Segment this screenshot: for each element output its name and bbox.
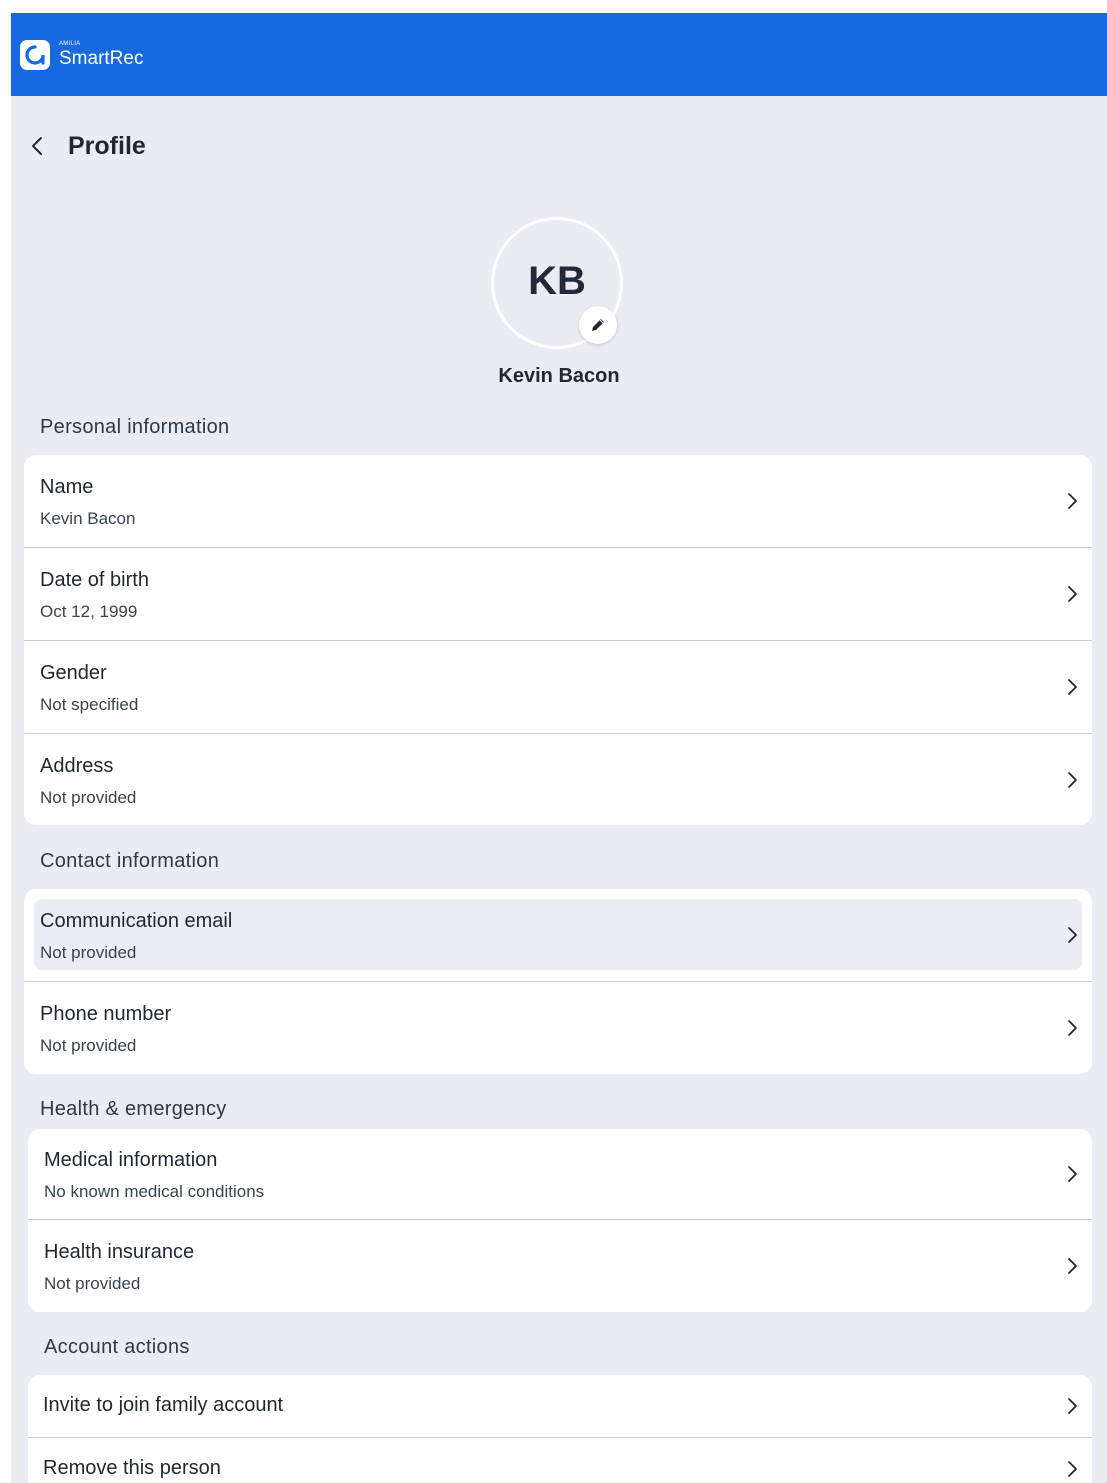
row-label: Address xyxy=(40,755,114,777)
row-label: Date of birth xyxy=(40,569,149,591)
avatar-initials: KB xyxy=(528,258,586,303)
page-header: Profile xyxy=(11,96,1107,196)
chevron-right-icon xyxy=(1068,493,1077,509)
row-communication-email[interactable]: Communication email Not provided xyxy=(24,889,1092,982)
top-bar: AMILIA SmartRec xyxy=(11,13,1107,96)
profile-name: Kevin Bacon xyxy=(498,365,620,387)
row-medical-information[interactable]: Medical information No known medical con… xyxy=(28,1129,1092,1220)
row-label: Phone number xyxy=(40,1003,172,1025)
chevron-left-icon xyxy=(32,137,42,155)
app-frame: AMILIA SmartRec Profile KB Kevin Bacon P… xyxy=(11,13,1107,1483)
pencil-icon xyxy=(592,319,604,331)
row-value: Not provided xyxy=(40,788,137,807)
row-gender[interactable]: Gender Not specified xyxy=(24,641,1092,734)
row-address[interactable]: Address Not provided xyxy=(24,734,1092,825)
brand-name: SmartRec xyxy=(59,48,144,69)
row-value: No known medical conditions xyxy=(44,1182,265,1201)
row-label: Health insurance xyxy=(44,1241,195,1263)
account-actions-card: Invite to join family account Remove thi… xyxy=(28,1375,1092,1483)
chevron-right-icon xyxy=(1068,586,1077,602)
row-label: Remove this person xyxy=(43,1457,221,1479)
row-name[interactable]: Name Kevin Bacon xyxy=(24,455,1092,548)
amilia-logo-icon[interactable] xyxy=(20,39,50,70)
contact-info-card: Communication email Not provided Phone n… xyxy=(24,889,1092,1074)
row-phone-number[interactable]: Phone number Not provided xyxy=(24,982,1092,1074)
edit-avatar-button[interactable] xyxy=(579,306,617,344)
row-date-of-birth[interactable]: Date of birth Oct 12, 1999 xyxy=(24,548,1092,641)
row-remove-person[interactable]: Remove this person xyxy=(28,1438,1092,1483)
row-value: Kevin Bacon xyxy=(40,509,136,528)
chevron-right-icon xyxy=(1068,1020,1077,1036)
health-card: Medical information No known medical con… xyxy=(28,1129,1092,1312)
row-value: Not provided xyxy=(44,1274,141,1293)
row-label: Invite to join family account xyxy=(43,1394,284,1416)
row-label: Medical information xyxy=(44,1149,218,1171)
row-label: Gender xyxy=(40,662,107,684)
chevron-right-icon xyxy=(1068,772,1077,788)
brand-small-label: AMILIA xyxy=(59,41,81,47)
section-title-personal: Personal information xyxy=(40,416,230,438)
personal-info-card: Name Kevin Bacon Date of birth Oct 12, 1… xyxy=(24,455,1092,825)
section-title-account: Account actions xyxy=(44,1336,190,1358)
row-health-insurance[interactable]: Health insurance Not provided xyxy=(28,1220,1092,1312)
chevron-right-icon xyxy=(1068,1166,1077,1182)
row-value: Oct 12, 1999 xyxy=(40,602,138,621)
back-button[interactable] xyxy=(23,132,51,160)
row-value: Not specified xyxy=(40,695,139,714)
chevron-right-icon xyxy=(1068,1461,1077,1477)
page-title: Profile xyxy=(68,131,146,160)
row-label: Name xyxy=(40,476,94,498)
row-value: Not provided xyxy=(40,1036,137,1055)
section-title-contact: Contact information xyxy=(40,850,220,872)
chevron-right-icon xyxy=(1068,1258,1077,1274)
row-value: Not provided xyxy=(40,943,137,962)
brand: AMILIA SmartRec xyxy=(59,41,143,68)
chevron-right-icon xyxy=(1068,1398,1077,1414)
section-title-health: Health & emergency xyxy=(40,1098,227,1120)
chevron-right-icon xyxy=(1068,679,1077,695)
chevron-right-icon xyxy=(1068,927,1077,943)
row-label: Communication email xyxy=(40,910,233,932)
row-invite-family[interactable]: Invite to join family account xyxy=(28,1375,1092,1438)
